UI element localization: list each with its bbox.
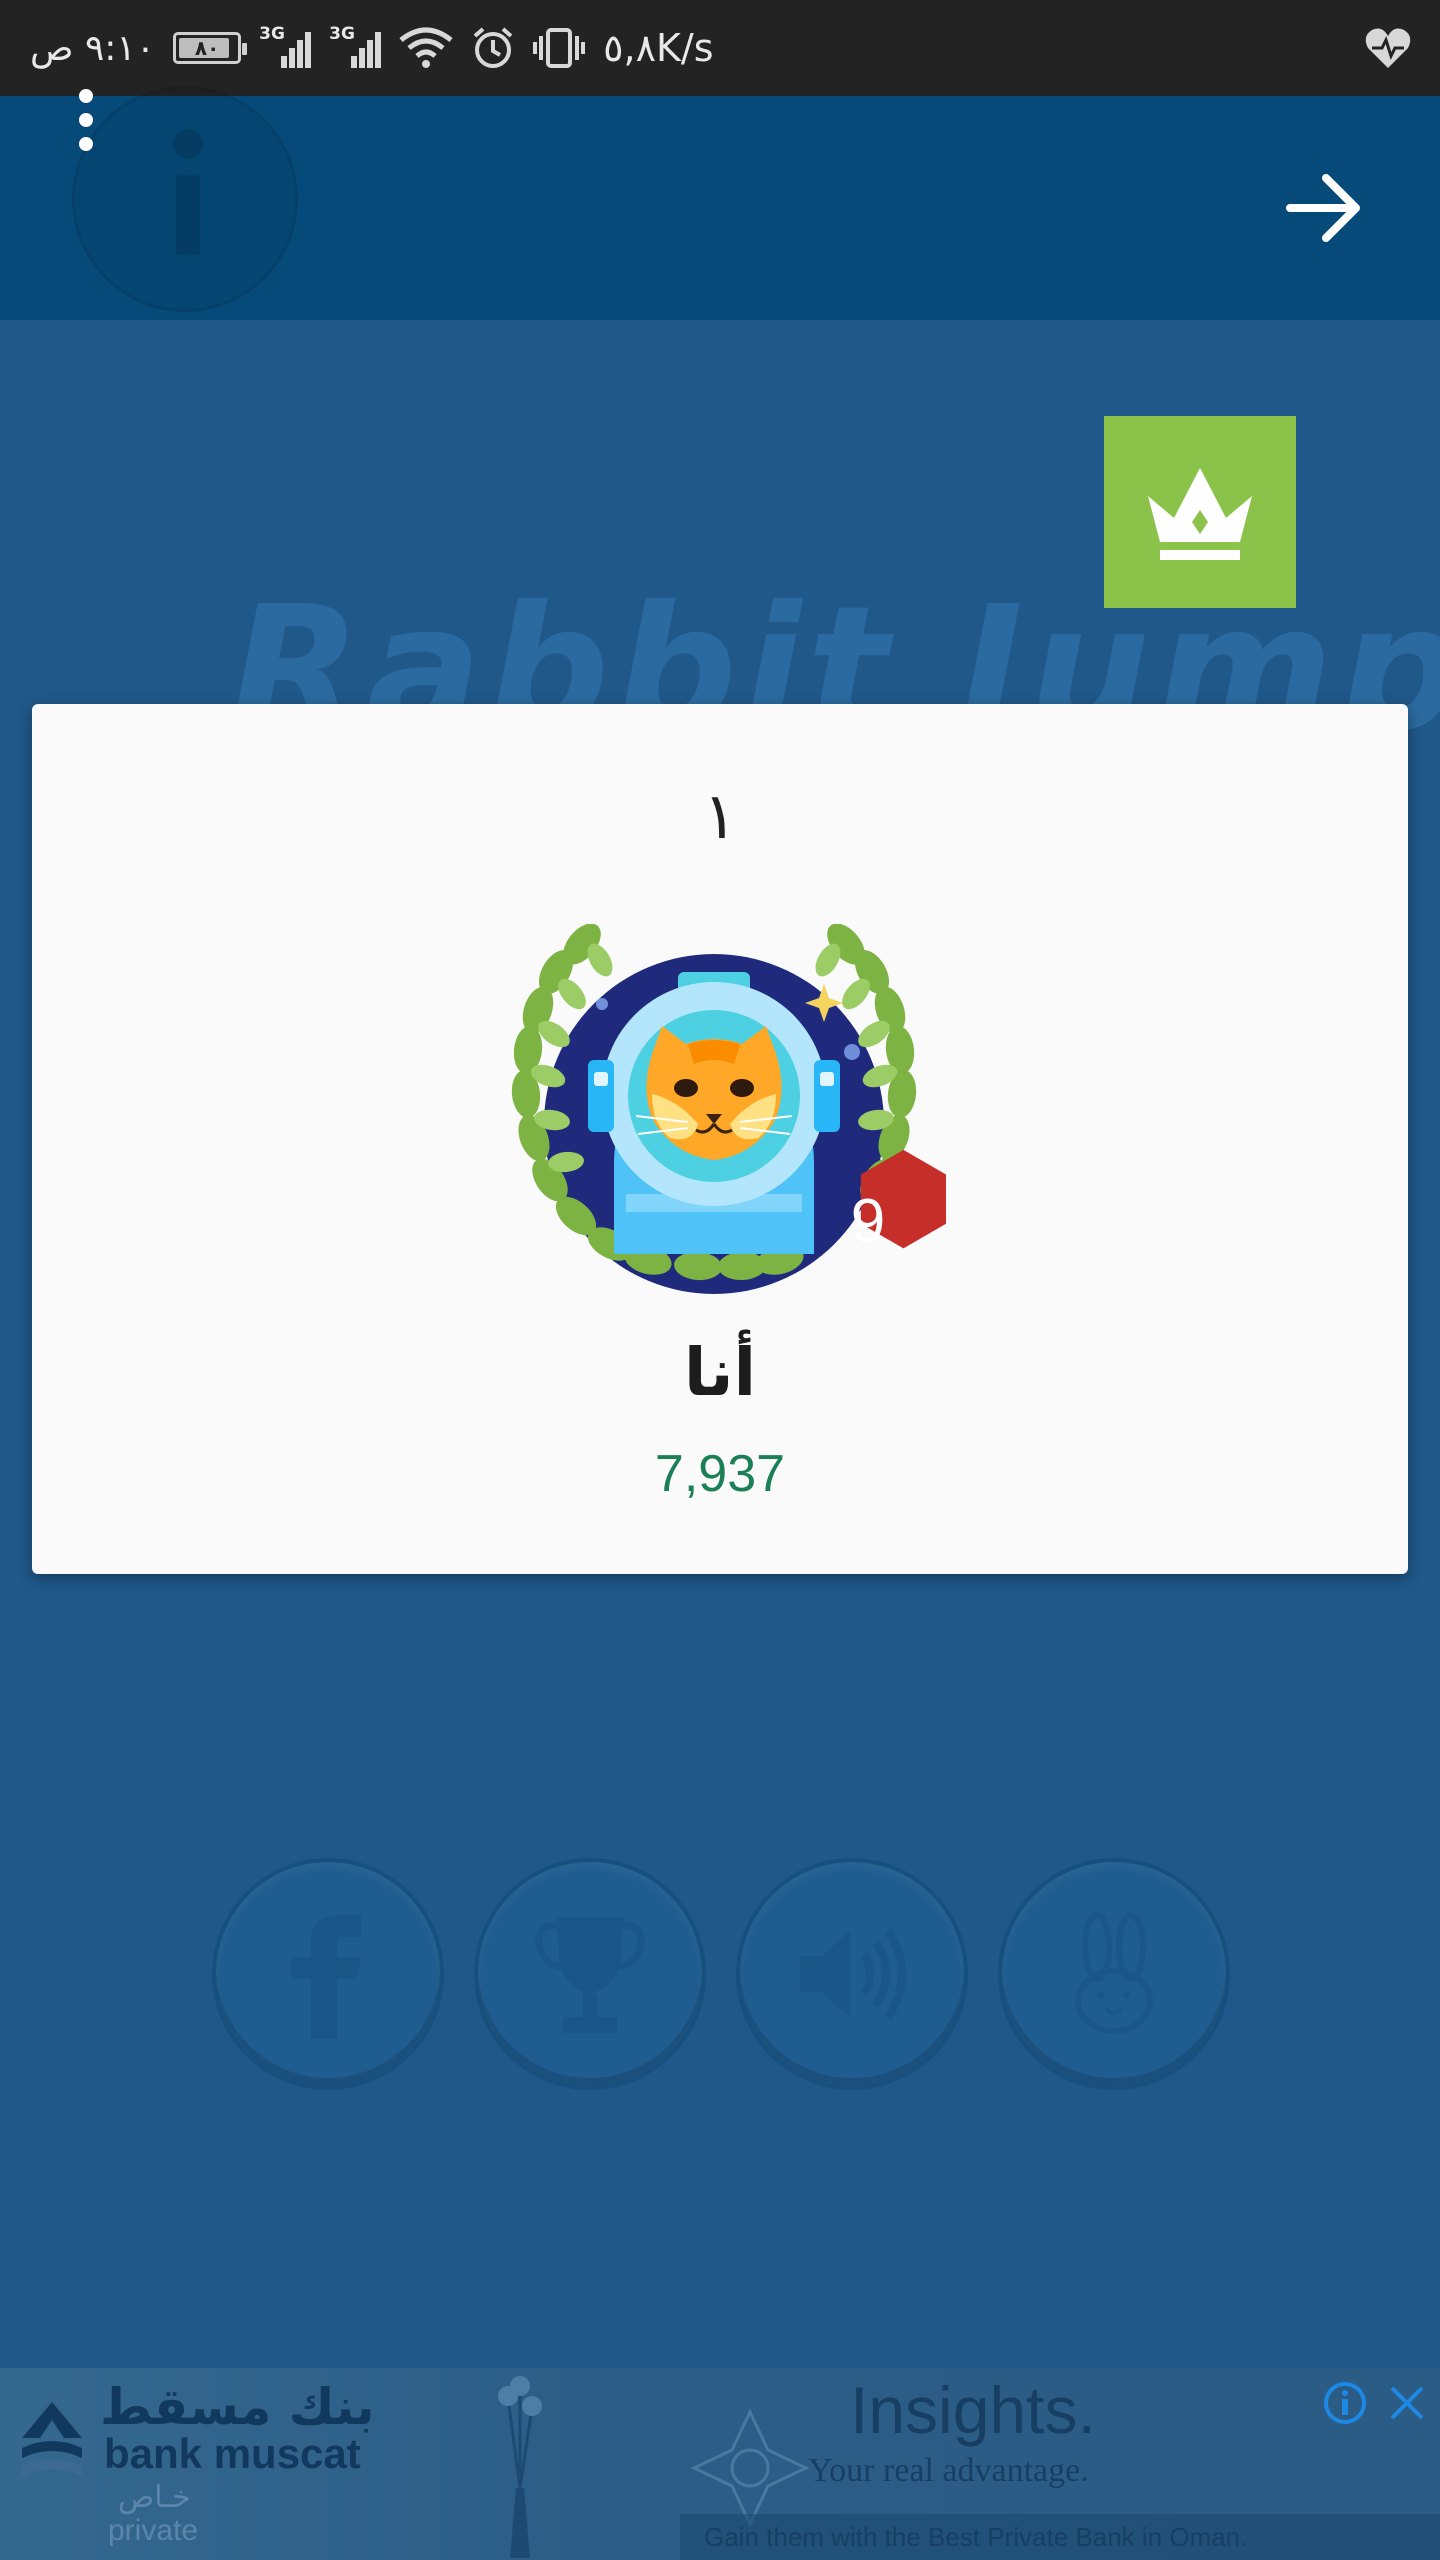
alarm-icon	[473, 27, 513, 68]
ad-pattern-illustration	[690, 2408, 810, 2528]
more-vert-icon[interactable]	[66, 78, 106, 162]
vibrate-icon	[533, 28, 586, 68]
ad-footer-text: Gain them with the Best Private Bank in …	[704, 2522, 1248, 2552]
rabbit-icon	[1075, 1912, 1153, 2034]
battery-level: ٨٠	[194, 36, 220, 60]
crown-icon	[1148, 468, 1252, 560]
ad-vase-illustration	[498, 2376, 542, 2558]
battery-icon: ٨٠	[173, 32, 248, 64]
network-speed: ٥,٨K/s	[603, 26, 714, 70]
player-score: 7,937	[654, 1445, 786, 1503]
sound-icon	[800, 1927, 906, 2021]
astronaut-cat-avatar: 9	[511, 923, 946, 1294]
signal-icon: 3G	[259, 24, 312, 72]
ad-banner[interactable]: بنك مسقط bank muscat خـاص private Insigh…	[0, 2368, 1440, 2560]
ad-bank-name-en: bank muscat	[104, 2430, 361, 2477]
status-bar-left: ٩:١٠ ص ٨٠ 3G 3G ٥,٨K/s	[30, 0, 714, 96]
network-type-1: 3G	[259, 24, 285, 44]
health-icon	[1365, 28, 1411, 68]
ad-headline: Insights.	[850, 2373, 1096, 2447]
ad-close-icon[interactable]	[1384, 2380, 1430, 2426]
facebook-button[interactable]	[212, 1858, 444, 2090]
ad-bank-name-ar: بنك مسقط	[100, 2378, 375, 2436]
rabbit-button[interactable]	[998, 1858, 1230, 2090]
status-time: ٩:١٠ ص	[30, 27, 156, 69]
status-bar: ٩:١٠ ص ٨٠ 3G 3G ٥,٨K/s	[0, 0, 1440, 96]
bank-logo-icon	[22, 2402, 82, 2476]
trophy-button[interactable]	[474, 1858, 706, 2090]
ad-tagline: Your real advantage.	[808, 2452, 1089, 2489]
arrow-forward-icon[interactable]	[1280, 170, 1370, 246]
facebook-icon	[291, 1915, 361, 2039]
ad-private-en: private	[108, 2514, 199, 2547]
ad-private-ar: خـاص	[118, 2480, 191, 2515]
ad-footer: Gain them with the Best Private Bank in …	[680, 2514, 1440, 2560]
player-name: أنا	[683, 1334, 757, 1411]
status-bar-right	[1364, 0, 1412, 96]
player-rank: ١	[702, 780, 738, 854]
ad-info-icon[interactable]	[1322, 2380, 1368, 2426]
player-avatar[interactable]: 9	[502, 923, 962, 1344]
wifi-icon	[399, 27, 453, 68]
sound-button[interactable]	[736, 1858, 968, 2090]
network-type-2: 3G	[329, 24, 355, 44]
trophy-icon	[535, 1917, 645, 2033]
level-badge: 9	[851, 1187, 885, 1256]
signal-icon-2: 3G	[329, 24, 382, 72]
leaderboard-card: ١ 9 أنا 7,937	[32, 704, 1408, 1574]
